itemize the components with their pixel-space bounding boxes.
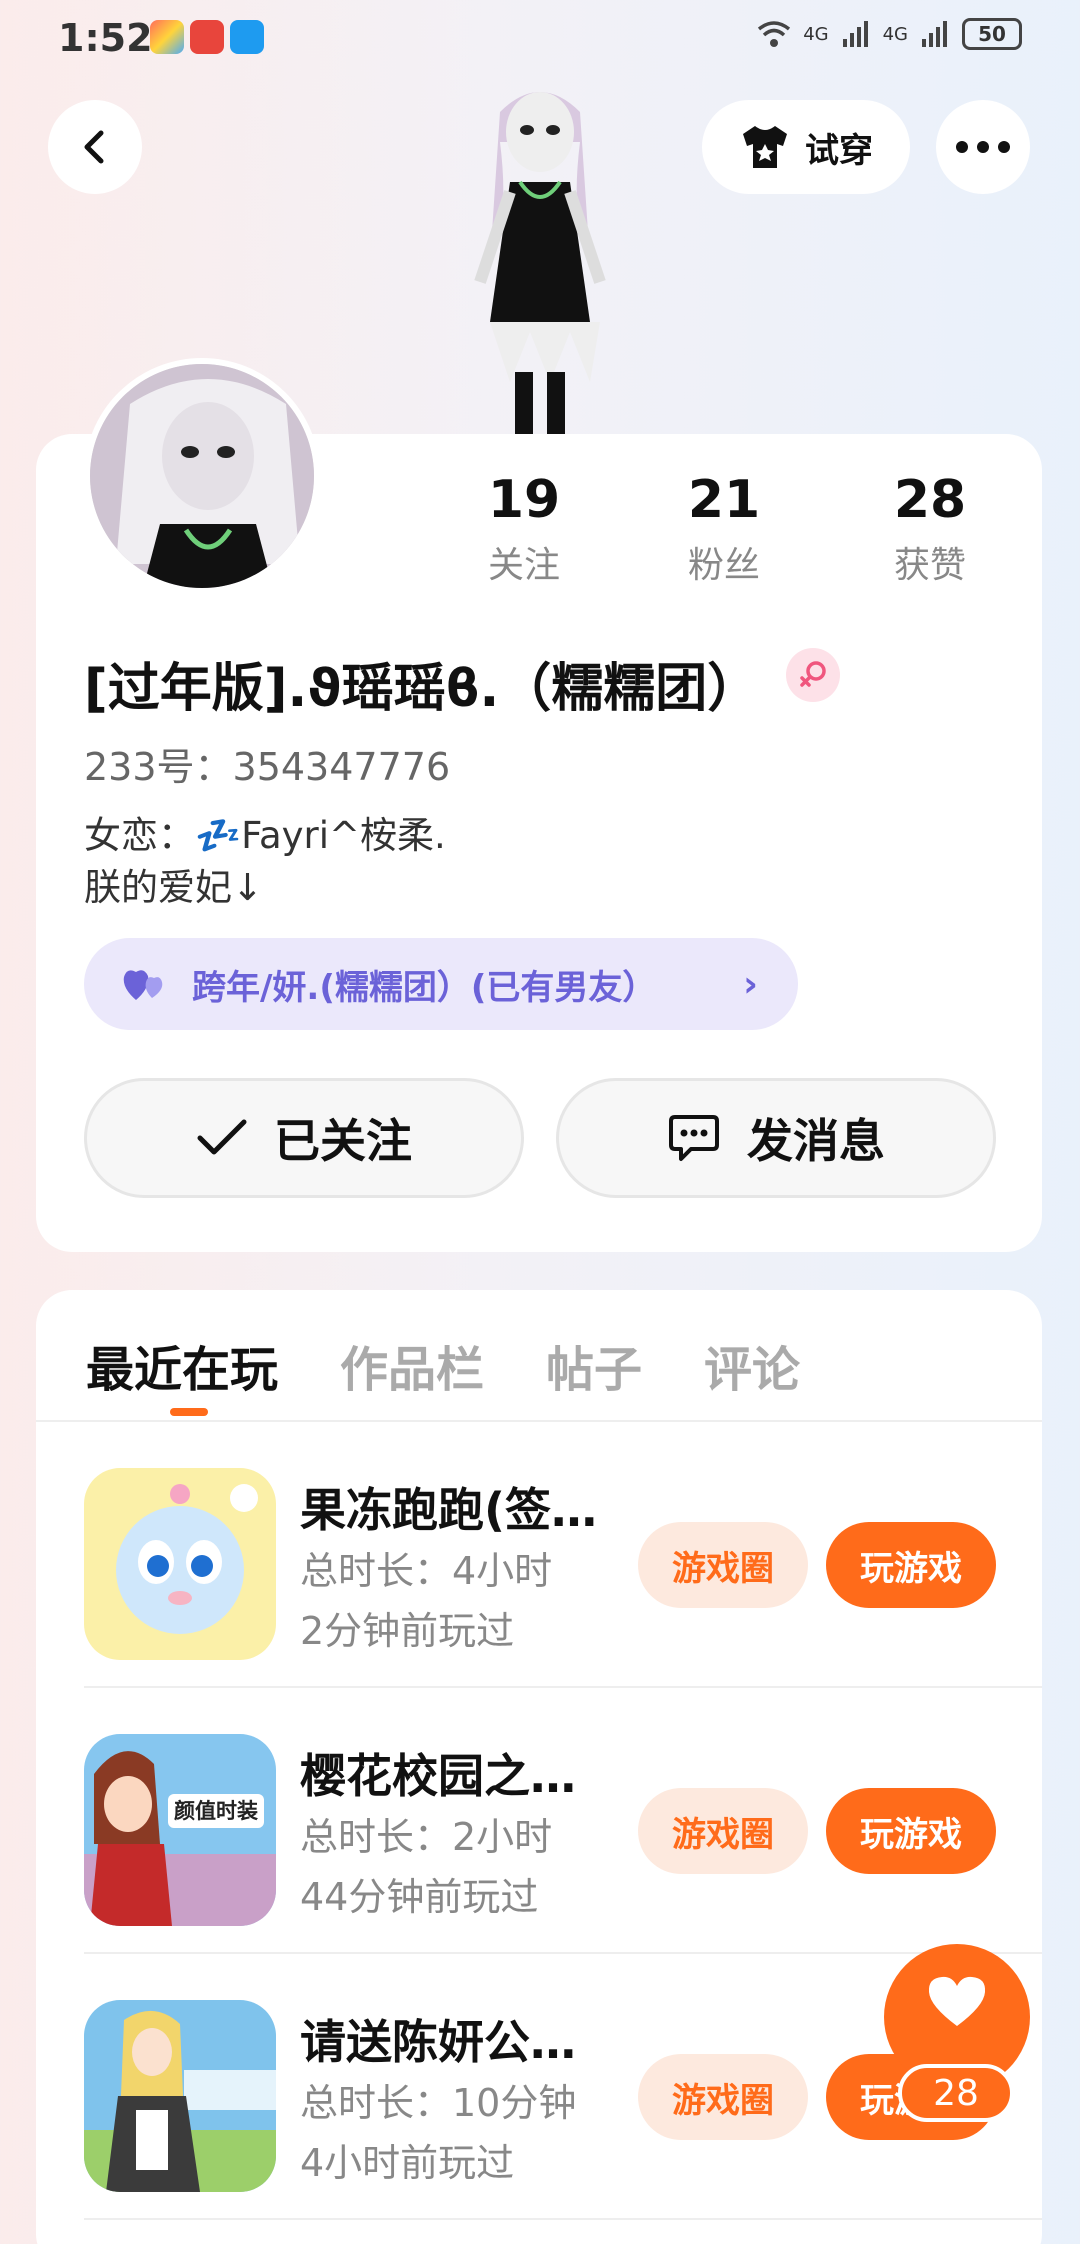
game-duration: 总时长：2小时: [300, 1815, 553, 1859]
stat-fans-count: 21: [687, 470, 761, 530]
female-gender-icon: [786, 648, 840, 702]
row-divider: [84, 2218, 1042, 2220]
more-dots-icon: [956, 141, 1010, 153]
try-on-button[interactable]: 试穿: [702, 100, 910, 194]
game-icon-sakura-school: 颜值时装: [84, 1734, 276, 1926]
user-id: 233号：354347776: [84, 745, 451, 789]
game-title: 樱花校园之…: [300, 1749, 576, 1803]
chevron-left-icon: [84, 130, 104, 164]
heart-icon: [928, 1976, 986, 2026]
more-button[interactable]: [936, 100, 1030, 194]
play-game-button[interactable]: 玩游戏: [826, 1788, 996, 1874]
active-tab-indicator: [170, 1408, 208, 1416]
bio-line-2: 朕的爱妃↓: [84, 866, 264, 909]
game-duration: 总时长：4小时: [300, 1549, 553, 1593]
game-last-played: 44分钟前玩过: [300, 1875, 539, 1919]
status-time: 1:52: [58, 16, 153, 60]
tab-recent-play[interactable]: 最近在玩: [86, 1330, 278, 1400]
message-button[interactable]: 发消息: [556, 1078, 996, 1198]
game-circle-button[interactable]: 游戏圈: [638, 2054, 808, 2140]
status-bar: 1:52 4G 4G 50: [0, 0, 1080, 82]
stat-following-label: 关注: [487, 545, 560, 586]
hearts-icon: [123, 970, 163, 1000]
game-row[interactable]: 果冻跑跑(签… 总时长：4小时 2分钟前玩过 游戏圈 玩游戏: [84, 1422, 1042, 1688]
game-last-played: 2分钟前玩过: [300, 1609, 515, 1653]
game-icon-text: 颜值时装: [174, 1799, 258, 1823]
wifi-icon: [758, 21, 791, 47]
try-on-label: 试穿: [805, 130, 873, 171]
game-icon-princess: [84, 2000, 276, 2192]
stat-fans[interactable]: 21 粉丝: [644, 470, 804, 588]
like-count: 28: [898, 2064, 1014, 2122]
chat-bubble-icon: [669, 1115, 719, 1161]
huawei-notification-icon: [190, 20, 224, 54]
profile-tabs: 最近在玩 作品栏 帖子 评论: [86, 1330, 800, 1400]
game-circle-button[interactable]: 游戏圈: [638, 1522, 808, 1608]
check-icon: [197, 1119, 247, 1155]
game-title: 果冻跑跑(签…: [300, 1483, 598, 1537]
followed-button[interactable]: 已关注: [84, 1078, 524, 1198]
game-duration: 总时长：10分钟: [300, 2081, 577, 2125]
tab-posts[interactable]: 帖子: [546, 1330, 642, 1400]
battery-indicator: 50: [962, 18, 1022, 50]
followed-label: 已关注: [274, 1114, 412, 1168]
app-notification-icon: [150, 20, 184, 54]
chevron-right-icon: ›: [743, 963, 758, 1005]
couple-text: 跨年/妍.(糯糯团）(已有男友）: [192, 967, 657, 1008]
avatar[interactable]: [84, 358, 320, 594]
stat-likes[interactable]: 28 获赞: [850, 470, 1010, 588]
stat-likes-label: 获赞: [893, 545, 966, 586]
stat-following-count: 19: [487, 470, 561, 530]
game-last-played: 4小时前玩过: [300, 2141, 515, 2185]
bio-line-1: 女恋：💤Fayri^桉柔.: [84, 814, 446, 857]
couple-link[interactable]: 跨年/妍.(糯糯团）(已有男友） ›: [84, 938, 798, 1030]
stat-likes-count: 28: [893, 470, 967, 530]
tab-comments[interactable]: 评论: [704, 1330, 800, 1400]
bio: 女恋：💤Fayri^桉柔. 朕的爱妃↓: [84, 810, 446, 914]
games-card: 最近在玩 作品栏 帖子 评论 果冻跑跑(签… 总时长：4小时 2分钟前玩过 游戏…: [36, 1290, 1042, 2244]
signal-label-1: 4G: [803, 23, 829, 45]
game-row[interactable]: 颜值时装 樱花校园之… 总时长：2小时 44分钟前玩过 游戏圈 玩游戏: [84, 1688, 1042, 1954]
tab-works[interactable]: 作品栏: [340, 1330, 484, 1400]
back-button[interactable]: [48, 100, 142, 194]
game-icon-jelly-run: [84, 1468, 276, 1660]
stat-following[interactable]: 19 关注: [444, 470, 604, 588]
play-game-button[interactable]: 玩游戏: [826, 1522, 996, 1608]
nickname: [过年版].ϑ瑶瑶ϐ.（糯糯团）: [84, 659, 760, 719]
signal-label-2: 4G: [882, 23, 908, 45]
game-circle-button[interactable]: 游戏圈: [638, 1788, 808, 1874]
stat-fans-label: 粉丝: [687, 545, 760, 586]
tshirt-icon: [743, 126, 787, 168]
game-title: 请送陈妍公…: [300, 2015, 576, 2069]
search-notification-icon: [230, 20, 264, 54]
signal-bars-icon-2: [922, 21, 947, 47]
signal-bars-icon: [842, 21, 868, 47]
character-figure: [474, 92, 606, 434]
message-label: 发消息: [747, 1114, 885, 1168]
